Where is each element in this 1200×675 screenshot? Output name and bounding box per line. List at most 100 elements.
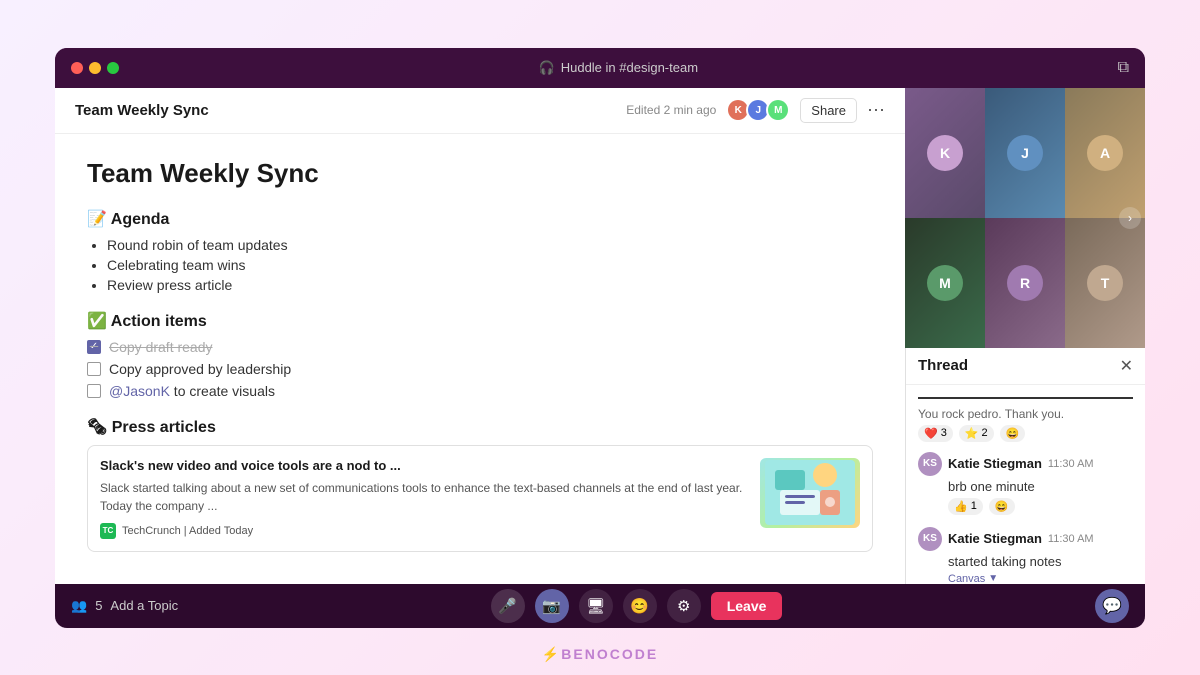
video-cell-3: A [1065, 88, 1145, 218]
prev-message-text: You rock pedro. Thank you. [918, 407, 1133, 421]
checklist-text: @JasonK to create visuals [109, 383, 275, 399]
article-text: Slack's new video and voice tools are a … [100, 458, 748, 539]
mic-icon: 🎤 [498, 597, 517, 615]
bottom-bar: 👥 5 Add a Topic 🎤 📷 🖥 😊 ⚙ Leave [55, 584, 1145, 628]
emoji-icon: 😊 [630, 597, 649, 615]
list-item: Celebrating team wins [107, 257, 873, 273]
msg-1-time: 11:30 AM [1048, 458, 1094, 470]
video-cell-5: R [985, 218, 1065, 348]
brand-label: ⚡BENOCODE [542, 646, 658, 662]
video-grid: K J A [905, 88, 1145, 348]
mic-button[interactable]: 🎤 [491, 589, 525, 623]
settings-button[interactable]: ⚙ [667, 589, 701, 623]
msg-2-header: KS Katie Stiegman 11:30 AM [918, 527, 1133, 551]
share-button[interactable]: Share [800, 98, 857, 123]
agenda-list: Round robin of team updates Celebrating … [87, 237, 873, 293]
article-card[interactable]: Slack's new video and voice tools are a … [87, 445, 873, 552]
press-articles-section: 🗞 Press articles Slack's new video and v… [87, 417, 873, 552]
checklist-item[interactable]: @JasonK to create visuals [87, 383, 873, 399]
settings-icon: ⚙ [677, 597, 690, 615]
press-title: 🗞 Press articles [87, 417, 873, 437]
action-items-title: ✅ Action items [87, 311, 873, 331]
checkbox-empty [87, 384, 101, 398]
leave-button[interactable]: Leave [711, 592, 783, 620]
msg-2-name: Katie Stiegman [948, 531, 1042, 546]
video-next-button[interactable]: › [1119, 207, 1141, 229]
traffic-lights [71, 62, 119, 74]
main-content: Team Weekly Sync Edited 2 min ago K J M [55, 88, 1145, 628]
app-window: 🎧 Huddle in #design-team ⧉ Team Weekly S… [55, 48, 1145, 628]
minimize-button[interactable] [89, 62, 101, 74]
doc-title-small: Team Weekly Sync [75, 102, 209, 119]
checklist: ✓ Copy draft ready Copy approved by lead… [87, 339, 873, 399]
doc-main-title: Team Weekly Sync [87, 158, 873, 189]
doc-header: Team Weekly Sync Edited 2 min ago K J M [55, 88, 905, 134]
more-button[interactable]: ⋯ [867, 100, 885, 121]
reaction-smile[interactable]: 😄 [1000, 425, 1026, 442]
participant-5: R [985, 218, 1065, 348]
reaction-thumbsup[interactable]: 👍 1 [948, 498, 983, 515]
msg-2-text: started taking notes [948, 554, 1133, 569]
pip-button[interactable]: ⧉ [1118, 59, 1129, 77]
agenda-section: 📝 Agenda Round robin of team updates Cel… [87, 209, 873, 293]
headphones-icon: 🎧 [539, 60, 555, 76]
avatar-3: M [766, 98, 790, 122]
right-pane: K J A [905, 88, 1145, 628]
msg-2-time: 11:30 AM [1048, 533, 1094, 545]
list-item: Review press article [107, 277, 873, 293]
document-pane: Team Weekly Sync Edited 2 min ago K J M [55, 88, 905, 628]
thread-header: Thread ✕ [906, 348, 1145, 385]
msg-1-text: brb one minute [948, 479, 1133, 494]
doc-body: Team Weekly Sync 📝 Agenda Round robin of… [55, 134, 905, 628]
bottom-left: 👥 5 Add a Topic [71, 598, 178, 614]
edited-text: Edited 2 min ago [626, 103, 716, 117]
bottom-right: 💬 [1095, 589, 1129, 623]
reaction-heart[interactable]: ❤️ 3 [918, 425, 953, 442]
chat-button[interactable]: 💬 [1095, 589, 1129, 623]
list-item: Round robin of team updates [107, 237, 873, 253]
article-source: TC TechCrunch | Added Today [100, 523, 748, 539]
message-1: KS Katie Stiegman 11:30 AM brb one minut… [918, 452, 1133, 515]
add-topic-link[interactable]: Add a Topic [110, 598, 178, 613]
maximize-button[interactable] [107, 62, 119, 74]
screen-share-button[interactable]: 🖥 [579, 589, 613, 623]
video-cell-6: T [1065, 218, 1145, 348]
titlebar: 🎧 Huddle in #design-team ⧉ [55, 48, 1145, 88]
participant-2: J [985, 88, 1065, 218]
thread-divider [918, 397, 1133, 399]
close-button[interactable] [71, 62, 83, 74]
article-image [760, 458, 860, 528]
doc-header-right: Edited 2 min ago K J M Share ⋯ [626, 98, 885, 123]
screen-icon: 🖥 [586, 597, 605, 615]
participant-3: A [1065, 88, 1145, 218]
thread-close-button[interactable]: ✕ [1120, 356, 1133, 376]
video-cell-2: J [985, 88, 1065, 218]
emoji-reaction-button[interactable]: 😊 [623, 589, 657, 623]
checklist-text: Copy draft ready [109, 339, 213, 355]
agenda-title: 📝 Agenda [87, 209, 873, 229]
pip-icon: ⧉ [1118, 59, 1129, 76]
msg-1-header: KS Katie Stiegman 11:30 AM [918, 452, 1133, 476]
checklist-item[interactable]: Copy approved by leadership [87, 361, 873, 377]
participants-count: 5 [95, 598, 102, 613]
reaction-bar-2: 👍 1 😄 [948, 498, 1133, 515]
mention: @JasonK [109, 383, 170, 399]
brand-footer: ⚡BENOCODE [542, 646, 658, 663]
reaction-smile-2[interactable]: 😄 [989, 498, 1015, 515]
avatar-stack: K J M [726, 98, 790, 122]
participant-6: T [1065, 218, 1145, 348]
checklist-item-done[interactable]: ✓ Copy draft ready [87, 339, 873, 355]
thread-title: Thread [918, 357, 968, 374]
msg-2-avatar: KS [918, 527, 942, 551]
participant-4: M [905, 218, 985, 348]
video-pane: K J A [905, 88, 1145, 348]
video-button[interactable]: 📷 [535, 589, 569, 623]
reaction-star[interactable]: ⭐ 2 [959, 425, 994, 442]
chat-icon: 💬 [1102, 596, 1122, 616]
video-icon: 📷 [542, 597, 561, 615]
article-headline: Slack's new video and voice tools are a … [100, 458, 748, 473]
canvas-dropdown-icon: ▼ [988, 573, 998, 584]
checklist-text: Copy approved by leadership [109, 361, 291, 377]
msg-1-name: Katie Stiegman [948, 456, 1042, 471]
checkbox-checked: ✓ [87, 340, 101, 354]
